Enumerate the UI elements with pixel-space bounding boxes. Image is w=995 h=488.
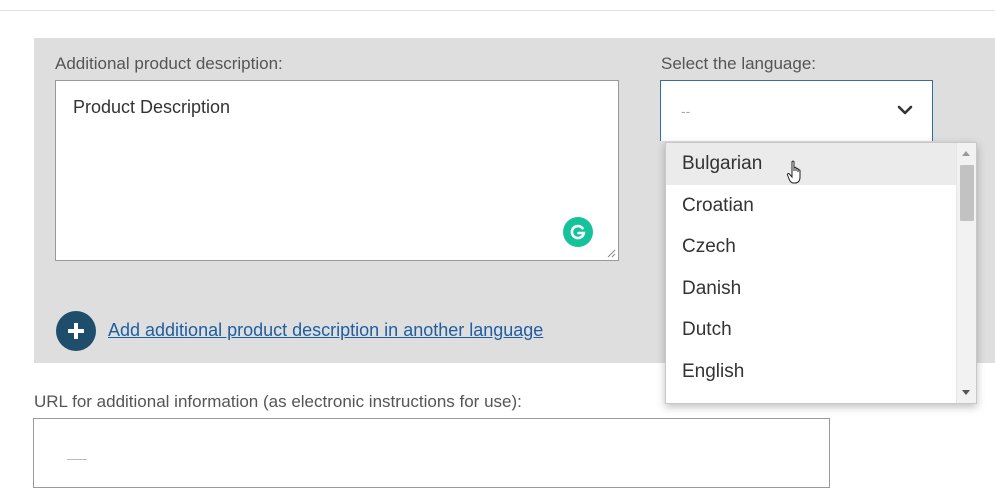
url-label: URL for additional information (as elect… [34,392,522,411]
language-option-dutch[interactable]: Dutch [666,309,957,351]
top-divider [0,10,995,11]
grammarly-icon[interactable] [563,217,593,247]
scrollbar-thumb[interactable] [960,165,974,221]
scroll-up-arrow-icon[interactable] [962,151,970,156]
language-option-estonian[interactable]: Estonian [666,392,957,403]
dropdown-scrollbar[interactable] [956,143,976,403]
scroll-down-arrow-icon[interactable] [962,390,970,395]
language-dropdown[interactable]: Bulgarian Croatian Czech Danish Dutch En… [665,142,977,404]
description-label: Additional product description: [55,54,283,73]
language-select[interactable]: -- [660,80,933,141]
url-placeholder-dash [67,459,87,460]
add-language-button[interactable] [56,311,96,351]
description-textarea[interactable]: Product Description [55,80,619,261]
language-option-danish[interactable]: Danish [666,268,957,310]
hand-cursor-icon [786,160,801,184]
resize-handle-icon[interactable] [606,248,616,258]
language-selected-value: -- [681,103,691,119]
description-value: Product Description [73,97,231,117]
language-option-bulgarian[interactable]: Bulgarian [666,143,957,185]
language-option-czech[interactable]: Czech [666,226,957,268]
language-option-english[interactable]: English [666,351,957,393]
chevron-down-icon [897,105,913,115]
url-input[interactable] [33,418,830,488]
language-label: Select the language: [661,54,817,73]
plus-icon [68,323,84,339]
add-language-link[interactable]: Add additional product description in an… [108,320,543,341]
language-option-croatian[interactable]: Croatian [666,185,957,227]
